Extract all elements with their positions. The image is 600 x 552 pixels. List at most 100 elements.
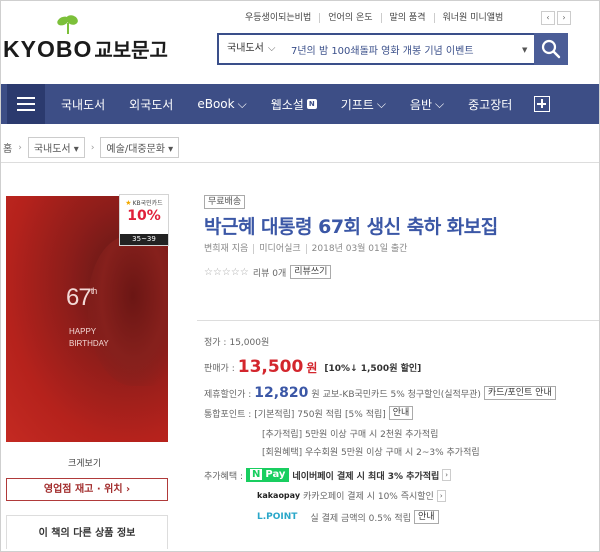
nav-item-foreign-books[interactable]: 외국도서	[113, 96, 181, 113]
breadcrumb-separator: ›	[18, 142, 22, 153]
divider	[197, 320, 599, 321]
cover-number-text: 67	[66, 284, 92, 311]
product-title: 박근혜 대통령 67회 생신 축하 화보집	[204, 216, 498, 238]
kb-card-label: ★ KB국민카드	[120, 198, 168, 208]
nav-item-label: 외국도서	[129, 97, 174, 112]
nav-item-domestic-books[interactable]: 국내도서	[45, 96, 113, 113]
naver-pay-text: Pay	[265, 469, 286, 480]
search-bar: 국내도서⌵ ▼	[217, 33, 568, 65]
point-info-button[interactable]: 안내	[388, 406, 414, 420]
breadcrumb-home[interactable]: 홈	[3, 140, 12, 155]
kb-discount-percent: 10%	[127, 208, 161, 224]
lpoint-logo: L.POINT	[257, 512, 298, 522]
list-price-label: 정가 :	[204, 338, 227, 348]
sale-discount: [10%↓ 1,500원 할인]	[324, 363, 422, 374]
lpoint-row: L.POINT 실 결제 금액의 0.5% 적립 안내	[257, 510, 439, 524]
point-label: 통합포인트 :	[204, 409, 252, 420]
nav-item-label: 웹소설	[270, 97, 304, 112]
chevron-down-icon: ⌵	[237, 96, 247, 111]
browser-frame: 우등생이되는비법 언어의 온도 말의 품격 워너원 미니앨범 ‹ › KYOBO…	[0, 0, 600, 552]
partner-price: 12,820	[254, 385, 309, 401]
logo-korean-text: 교보문고	[94, 38, 168, 62]
chevron-right-icon[interactable]: ›	[442, 469, 452, 481]
rating-row: ☆☆☆☆☆ 리뷰 0개 리뷰쓰기	[204, 265, 332, 279]
main-nav: 국내도서 외국도서 eBook ⌵ 웹소설 N 기프트 ⌵ 음반 ⌵ 중고장터	[1, 84, 599, 124]
search-category-label: 국내도서	[227, 43, 264, 54]
new-badge: N	[306, 99, 317, 109]
point-member-row: [회원혜택] 우수회원 5만원 이상 구매 시 2~3% 추가적립	[262, 445, 480, 458]
publish-date: 2018년 03월 01일 출간	[305, 244, 413, 254]
breadcrumb-arts-culture[interactable]: 예술/대중문화 ▾	[100, 137, 180, 158]
cover-number: 67th	[66, 284, 97, 312]
partner-price-unit: 원	[311, 389, 320, 400]
partner-price-label: 제휴할인가 :	[204, 389, 252, 400]
cover-portrait	[88, 236, 168, 386]
card-point-info-button[interactable]: 카드/포인트 안내	[483, 386, 556, 400]
kb-card-discount-badge: ★ KB국민카드 10% 35~39	[119, 194, 169, 246]
cover-text: HAPPY BIRTHDAY	[69, 326, 109, 350]
prev-arrow-button[interactable]: ‹	[541, 11, 555, 25]
kb-star-icon: ★	[125, 198, 132, 207]
star-rating-icon: ☆☆☆☆☆	[204, 266, 249, 278]
naver-pay-logo: N Pay	[246, 468, 290, 482]
chevron-right-icon[interactable]: ›	[436, 489, 446, 502]
kb-card-name: KB국민카드	[132, 200, 163, 207]
top-link[interactable]: 말의 품격	[380, 13, 434, 23]
chevron-down-icon: ⌵	[435, 96, 445, 111]
nav-item-label: 기프트	[340, 97, 374, 112]
point-extra: [추가적립] 5만원 이상 구매 시 2천원 추가적립	[262, 430, 439, 440]
top-link[interactable]: 우등생이되는비법	[237, 13, 319, 23]
search-dropdown-icon[interactable]: ▼	[522, 46, 527, 54]
next-arrow-button[interactable]: ›	[557, 11, 571, 25]
publisher[interactable]: 미디어실크	[253, 244, 305, 254]
breadcrumb-separator: ›	[90, 142, 95, 153]
free-shipping-badge: 무료배송	[204, 195, 246, 209]
list-price-row: 정가 : 15,000원	[204, 335, 269, 348]
write-review-button[interactable]: 리뷰쓰기	[290, 265, 332, 279]
nav-item-label: eBook	[197, 97, 235, 111]
cover-number-suffix: th	[90, 286, 97, 296]
breadcrumb-domestic-books[interactable]: 국내도서 ▾	[27, 137, 85, 158]
plus-icon[interactable]	[534, 96, 551, 112]
author[interactable]: 변희재 지음	[204, 244, 253, 254]
point-member: [회원혜택] 우수회원 5만원 이상 구매 시 2~3% 추가적립	[262, 448, 480, 458]
search-input[interactable]	[291, 35, 521, 63]
partner-price-row: 제휴할인가 : 12,820 원 교보-KB국민카드 5% 청구할인(실적무관) …	[204, 385, 556, 401]
top-link[interactable]: 워너원 미니앨범	[433, 13, 512, 23]
kb-age-range: 35~39	[120, 234, 168, 245]
other-product-info: 이 책의 다른 상품 정보	[6, 515, 168, 549]
sprout-icon	[57, 15, 78, 34]
cover-line: HAPPY	[69, 327, 97, 336]
nav-item-music[interactable]: 음반 ⌵	[394, 96, 452, 113]
store-stock-button[interactable]: 영업점 재고 · 위치 ›	[6, 478, 168, 501]
nav-item-web-novel[interactable]: 웹소설 N	[255, 96, 325, 113]
kyobo-logo[interactable]: KYOBO 교보문고	[3, 15, 168, 63]
naver-pay-n: N	[250, 469, 263, 480]
chevron-down-icon: ⌵	[267, 43, 276, 54]
benefit-label: 추가혜택 :	[204, 471, 244, 482]
list-price: 15,000원	[229, 338, 270, 348]
sale-price-row: 판매가 : 13,500 원 [10%↓ 1,500원 할인]	[204, 357, 421, 377]
nav-item-gift[interactable]: 기프트 ⌵	[325, 96, 394, 113]
nav-item-label: 음반	[409, 97, 433, 112]
breadcrumb: 홈 › 국내도서 ▾ › 예술/대중문화 ▾	[3, 137, 180, 158]
search-button[interactable]	[534, 33, 568, 65]
nav-item-ebook[interactable]: eBook ⌵	[181, 97, 254, 112]
sale-price-unit: 원	[306, 360, 318, 375]
divider	[1, 162, 599, 163]
kakao-pay-logo: kakaopay	[257, 491, 301, 500]
review-count: 리뷰 0개	[252, 268, 287, 279]
point-row: 통합포인트 : [기본적립] 750원 적립 [5% 적립] 안내	[204, 406, 414, 420]
nav-item-label: 중고장터	[468, 97, 513, 112]
top-links-pager: ‹ ›	[541, 11, 571, 25]
lpoint-info-button[interactable]: 안내	[413, 510, 439, 524]
top-link[interactable]: 언어의 온도	[319, 13, 380, 23]
cover-line: BIRTHDAY	[69, 339, 109, 348]
lpoint-desc: 실 결제 금액의 0.5% 적립	[310, 513, 411, 524]
search-category-select[interactable]: 국내도서 ⌵	[219, 35, 289, 63]
zoom-link[interactable]: 크게보기	[68, 456, 101, 469]
nav-item-used-market[interactable]: 중고장터	[452, 96, 520, 113]
kakao-pay-desc: 카카오페이 결제 시 10% 즉시할인	[303, 492, 434, 502]
top-links: 우등생이되는비법 언어의 온도 말의 품격 워너원 미니앨범	[237, 13, 511, 23]
menu-icon[interactable]	[7, 84, 45, 124]
